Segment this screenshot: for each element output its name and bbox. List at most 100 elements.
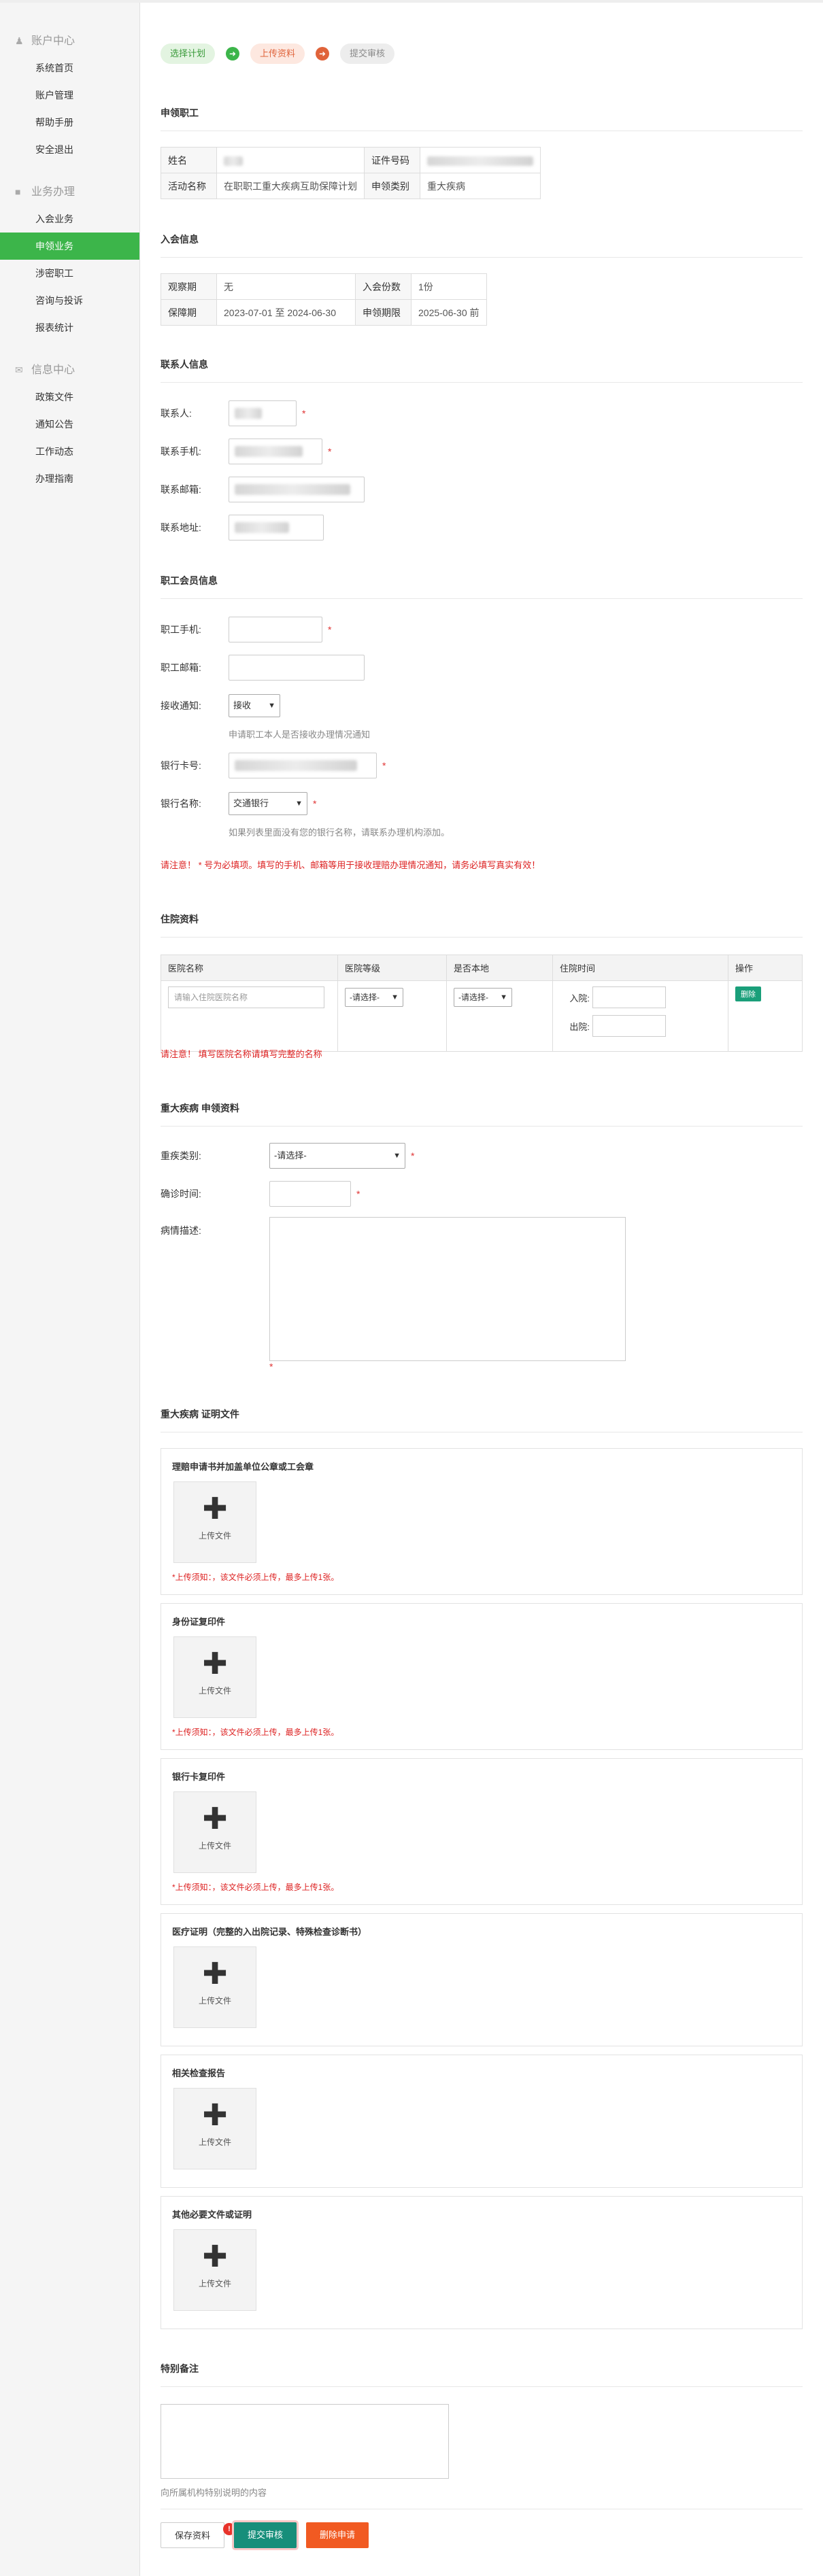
upload-note: *上传须知：，该文件必须上传，最多上传1张。: [172, 1573, 339, 1582]
id-value: [420, 147, 541, 173]
sidebar-item-help[interactable]: 帮助手册: [0, 109, 139, 136]
applicant-table: 姓名 证件号码 活动名称 在职职工重大疾病互助保障计划 申领类别 重大疾病: [161, 147, 541, 199]
plus-icon: ✚: [202, 1957, 228, 1991]
sidebar-item-logout[interactable]: 安全退出: [0, 136, 139, 163]
section-title-member: 职工会员信息: [161, 574, 803, 599]
disease-type-select[interactable]: -请选择- ▼: [269, 1143, 405, 1169]
upload-title: 其他必要文件或证明: [172, 2210, 252, 2220]
col-actions: 操作: [728, 955, 803, 981]
step-submit: 提交审核: [340, 44, 395, 64]
upload-button[interactable]: ✚ 上传文件: [173, 1791, 256, 1873]
plus-icon: ✚: [202, 1802, 228, 1836]
sidebar-item-guide[interactable]: 办理指南: [0, 465, 139, 492]
plus-icon: ✚: [202, 2099, 228, 2132]
upload-box-exam-report: 相关检查报告 ✚ 上传文件: [161, 2055, 803, 2188]
bank-card-input[interactable]: [229, 753, 377, 778]
confirm-time-row: 确诊时间: *: [161, 1180, 803, 1207]
arrow-right-icon: ➜: [226, 47, 240, 61]
description-textarea[interactable]: [269, 1217, 626, 1361]
sidebar: ♟ 账户中心 系统首页 账户管理 帮助手册 安全退出 ■ 业务办理 入会业务 申领业…: [0, 3, 140, 2576]
upload-title: 理赔申请书并加盖单位公章或工会章: [172, 1462, 314, 1472]
upload-note: *上传须知：，该文件必须上传，最多上传1张。: [172, 1728, 339, 1737]
sidebar-item-notices[interactable]: 通知公告: [0, 411, 139, 438]
sidebar-item-reports[interactable]: 报表统计: [0, 314, 139, 341]
chevron-down-icon: ▼: [391, 993, 399, 1001]
member-phone-input[interactable]: [229, 617, 322, 642]
upload-button[interactable]: ✚ 上传文件: [173, 2088, 256, 2169]
submit-button[interactable]: 提交审核: [234, 2522, 297, 2548]
upload-button[interactable]: ✚ 上传文件: [173, 1481, 256, 1563]
member-email-input[interactable]: [229, 655, 365, 681]
is-local-select[interactable]: -请选择- ▼: [454, 988, 512, 1007]
contact-address-input[interactable]: [229, 515, 324, 540]
sidebar-item-policy[interactable]: 政策文件: [0, 383, 139, 411]
sidebar-item-join[interactable]: 入会业务: [0, 205, 139, 233]
delete-application-button[interactable]: 删除申请: [306, 2522, 369, 2548]
step-select-plan: 选择计划: [161, 44, 216, 64]
shares-label: 入会份数: [355, 273, 412, 300]
contact-address-label: 联系地址:: [161, 522, 201, 533]
contact-person-row: 联系人: *: [161, 400, 803, 427]
sidebar-group-account: ♟ 账户中心 系统首页 账户管理 帮助手册 安全退出: [0, 3, 139, 163]
sidebar-item-complaint[interactable]: 咨询与投诉: [0, 287, 139, 314]
name-label: 姓名: [161, 147, 217, 173]
member-notice-label: 接收通知:: [161, 700, 201, 711]
bank-name-select[interactable]: 交通银行 ▼: [229, 792, 307, 815]
required-mark: *: [382, 760, 386, 771]
discharge-date-input[interactable]: [592, 1015, 666, 1037]
hospital-table: 医院名称 医院等级 是否本地 住院时间 操作 请输入住院医院名称 -请选择- ▼ …: [161, 955, 803, 1052]
upload-title: 身份证复印件: [172, 1617, 226, 1627]
upload-button[interactable]: ✚ 上传文件: [173, 2229, 256, 2311]
bank-card-label: 银行卡号:: [161, 760, 201, 771]
contact-person-input[interactable]: [229, 400, 297, 426]
admit-date-input[interactable]: [592, 986, 666, 1008]
sidebar-item-news[interactable]: 工作动态: [0, 438, 139, 465]
upload-button[interactable]: ✚ 上传文件: [173, 1946, 256, 2028]
col-is-local: 是否本地: [446, 955, 553, 981]
required-mark: *: [328, 446, 332, 457]
briefcase-icon: ■: [15, 186, 21, 197]
confirm-time-input[interactable]: [269, 1181, 351, 1207]
col-stay-time: 住院时间: [552, 955, 728, 981]
activity-value: 在职职工重大疾病互助保障计划: [216, 173, 365, 199]
upload-button[interactable]: ✚ 上传文件: [173, 1636, 256, 1718]
upload-title: 相关检查报告: [172, 2068, 226, 2078]
sidebar-item-claim[interactable]: 申领业务: [0, 233, 139, 260]
contact-phone-label: 联系手机:: [161, 446, 201, 457]
contact-phone-input[interactable]: [229, 439, 322, 464]
notice-select[interactable]: 接收 ▼: [229, 694, 280, 717]
disease-type-label: 重疾类别:: [161, 1150, 201, 1161]
sidebar-group-title: ✉ 信息中心: [0, 356, 139, 383]
upload-box-other: 其他必要文件或证明 ✚ 上传文件: [161, 2196, 803, 2329]
remarks-textarea[interactable]: [161, 2404, 449, 2479]
hospital-name-input[interactable]: 请输入住院医院名称: [168, 986, 324, 1008]
plus-icon: ✚: [202, 2240, 228, 2273]
table-row: 请输入住院医院名称 -请选择- ▼ -请选择- ▼ 入院: 出院: 删除: [161, 980, 803, 1052]
contact-email-input[interactable]: [229, 477, 365, 502]
sidebar-group-title: ♟ 账户中心: [0, 27, 139, 54]
disease-type-row: 重疾类别: -请选择- ▼ *: [161, 1142, 803, 1169]
period-value: 2023-07-01 至 2024-06-30: [216, 299, 356, 326]
hospital-level-select[interactable]: -请选择- ▼: [345, 988, 403, 1007]
save-button[interactable]: 保存资料: [161, 2522, 224, 2548]
delete-row-button[interactable]: 删除: [735, 986, 761, 1001]
page: ♟ 账户中心 系统首页 账户管理 帮助手册 安全退出 ■ 业务办理 入会业务 申领业…: [0, 0, 823, 2576]
sidebar-item-account[interactable]: 账户管理: [0, 82, 139, 109]
plus-icon: ✚: [202, 1492, 228, 1526]
period-label: 保障期: [161, 299, 217, 326]
sidebar-item-home[interactable]: 系统首页: [0, 54, 139, 82]
upload-box-application: 理赔申请书并加盖单位公章或工会章 ✚ 上传文件 *上传须知：，该文件必须上传，最多…: [161, 1448, 803, 1595]
name-value: [216, 147, 365, 173]
category-label: 申领类别: [364, 173, 420, 199]
col-hospital-level: 医院等级: [337, 955, 447, 981]
upload-box-medical-proof: 医疗证明（完整的入出院记录、特殊检查诊断书） ✚ 上传文件: [161, 1913, 803, 2046]
section-title-applicant: 申领职工: [161, 106, 803, 131]
sidebar-item-classified[interactable]: 涉密职工: [0, 260, 139, 287]
user-icon: ♟: [15, 35, 24, 46]
sidebar-group-info: ✉ 信息中心 政策文件 通知公告 工作动态 办理指南: [0, 341, 139, 492]
obs-value: 无: [216, 273, 356, 300]
chevron-down-icon: ▼: [500, 993, 507, 1001]
id-label: 证件号码: [364, 147, 420, 173]
contact-address-row: 联系地址:: [161, 514, 803, 541]
required-mark: *: [328, 624, 332, 635]
